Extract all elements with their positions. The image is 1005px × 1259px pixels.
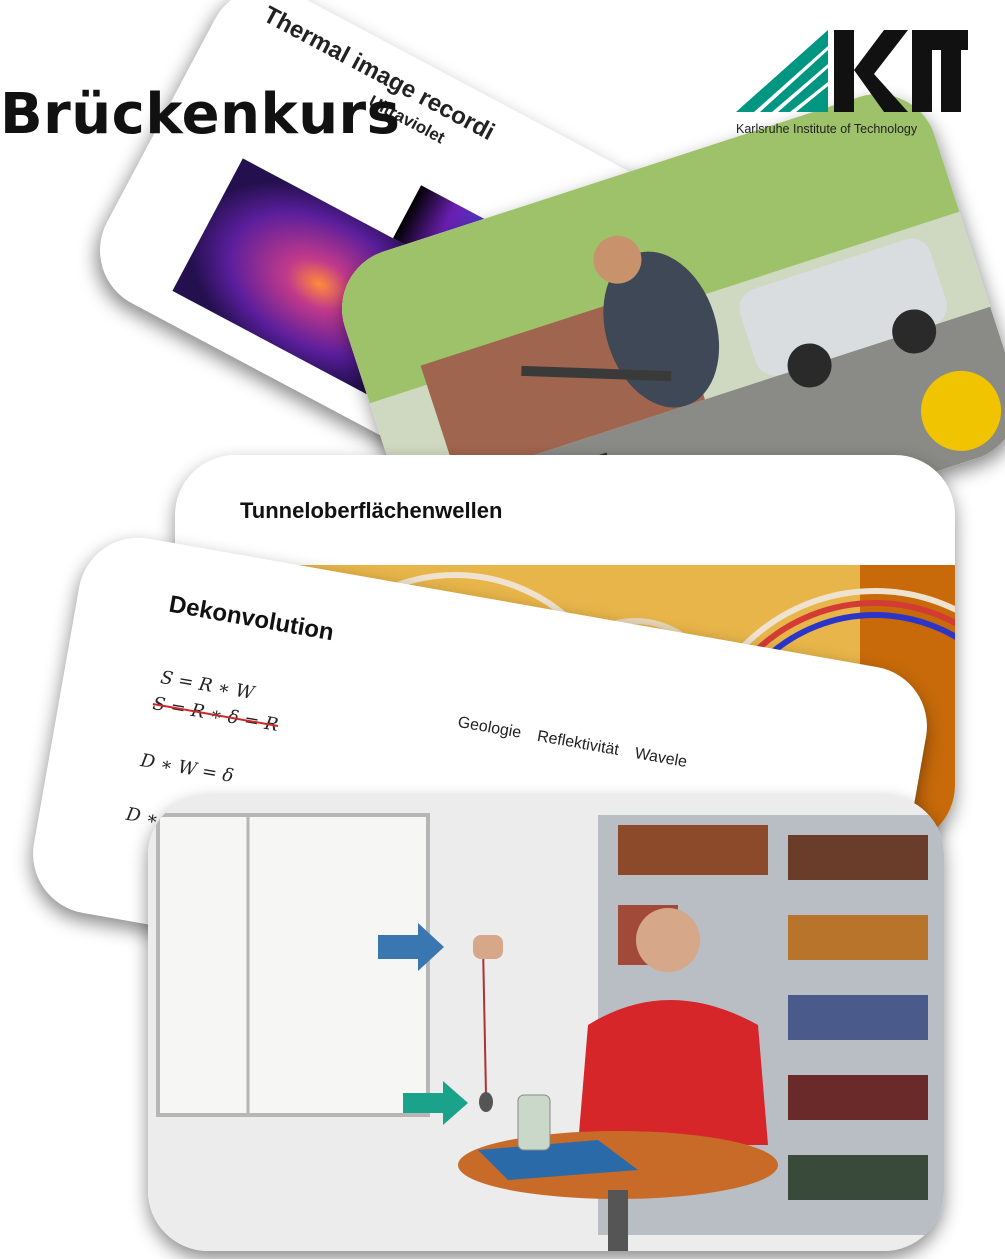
logo-subtitle: Karlsruhe Institute of Technology <box>736 122 918 136</box>
pendulum-weight <box>479 1092 493 1112</box>
whiteboard <box>156 813 430 1117</box>
presenter-head <box>636 908 700 972</box>
presenter-hand <box>473 935 503 959</box>
tunnel-slide-title: Tunneloberflächenwellen <box>240 498 503 523</box>
kit-logo: Karlsruhe Institute of Technology <box>736 30 968 140</box>
glass-jar <box>517 1094 551 1151</box>
page-title: Brückenkurs <box>0 82 401 147</box>
lecture-video-card <box>148 795 944 1251</box>
lecture-video-frame <box>148 795 944 1251</box>
kit-logo-mark <box>736 30 968 112</box>
presenter-red-shirt <box>578 1000 768 1145</box>
